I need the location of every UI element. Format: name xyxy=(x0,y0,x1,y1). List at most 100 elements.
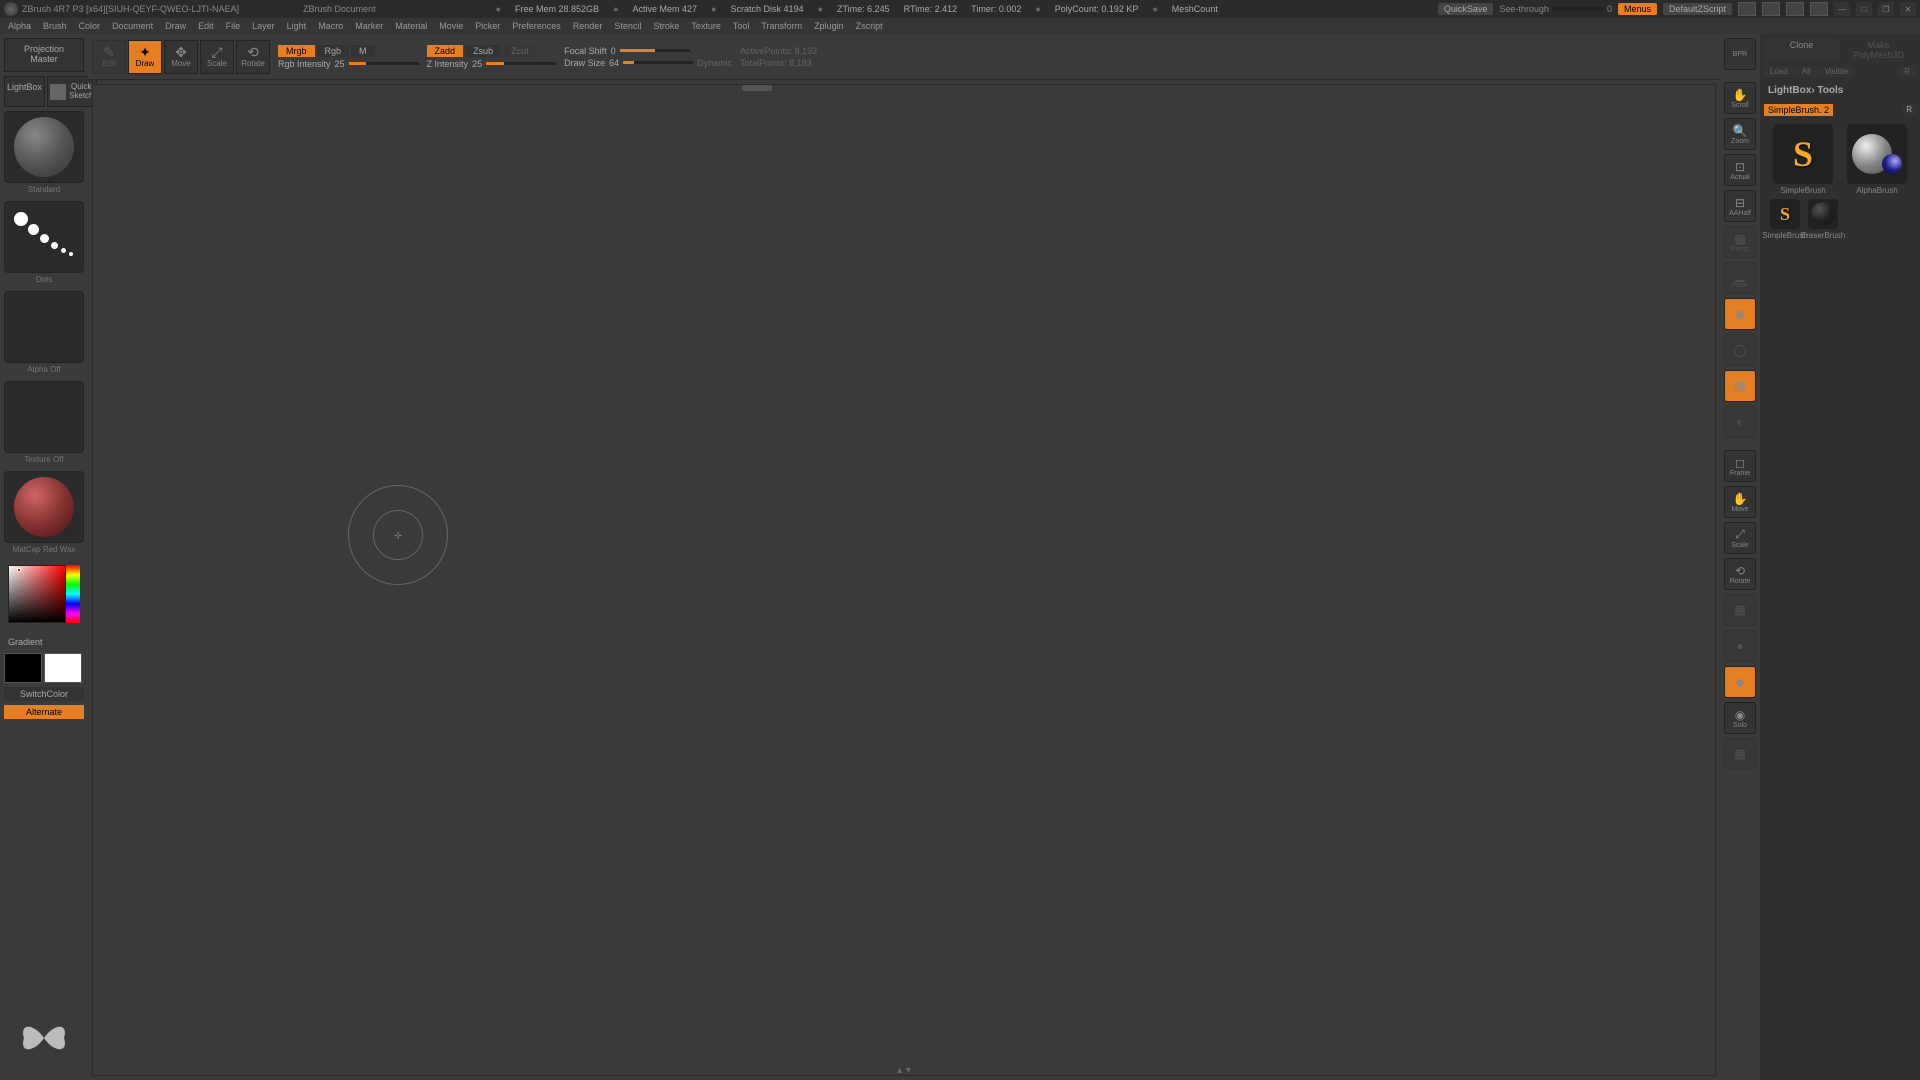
bpr-button[interactable]: BPR xyxy=(1724,38,1756,70)
focal-shift-slider[interactable]: Focal Shift 0 xyxy=(564,46,732,56)
move-button[interactable]: ✥Move xyxy=(164,40,198,74)
restore-icon[interactable]: ❐ xyxy=(1878,2,1894,16)
simplebrush-sub[interactable]: SimpleBrush. 2 xyxy=(1764,104,1833,116)
menu-color[interactable]: Color xyxy=(79,21,101,31)
tool-simplebrush[interactable]: S SimpleBrush xyxy=(1768,124,1838,195)
zcut-button[interactable]: Zcut xyxy=(503,45,537,57)
maximize-icon[interactable]: □ xyxy=(1856,2,1872,16)
menu-picker[interactable]: Picker xyxy=(475,21,500,31)
solo2-button[interactable]: ◉Solo xyxy=(1724,702,1756,734)
menu-texture[interactable]: Texture xyxy=(691,21,721,31)
layout-icon-3[interactable] xyxy=(1786,2,1804,16)
dynamic-button[interactable]: ◆ xyxy=(1724,666,1756,698)
menu-stroke[interactable]: Stroke xyxy=(653,21,679,31)
scroll-button[interactable]: ✋Scroll xyxy=(1724,82,1756,114)
menu-zplugin[interactable]: Zplugin xyxy=(814,21,844,31)
rotate-button[interactable]: ⟲Rotate xyxy=(236,40,270,74)
polyf-button[interactable]: ▦ xyxy=(1724,370,1756,402)
layout-icon-1[interactable] xyxy=(1738,2,1756,16)
menu-brush[interactable]: Brush xyxy=(43,21,67,31)
m-button[interactable]: M xyxy=(351,45,375,57)
switchcolor-button[interactable]: SwitchColor xyxy=(4,687,84,701)
dynamic-label[interactable]: Dynamic xyxy=(697,58,732,68)
layout-icon-4[interactable] xyxy=(1810,2,1828,16)
local-button[interactable]: ◉ xyxy=(1724,298,1756,330)
quicksave-button[interactable]: QuickSave xyxy=(1438,3,1494,15)
clone-button[interactable]: Clone xyxy=(1764,38,1839,62)
canvas-scroll-h[interactable] xyxy=(742,85,772,91)
nav-rotate-button[interactable]: ⟲Rotate xyxy=(1724,558,1756,590)
lasso-button[interactable]: ◯ xyxy=(1724,334,1756,366)
texture-thumb[interactable]: Texture Off xyxy=(4,381,84,453)
menu-preferences[interactable]: Preferences xyxy=(512,21,561,31)
tool-eraserbrush[interactable]: EraserBrush xyxy=(1806,199,1840,240)
menu-tool[interactable]: Tool xyxy=(733,21,750,31)
color-hue-strip[interactable] xyxy=(66,565,80,623)
edit-button[interactable]: ✎Edit xyxy=(92,40,126,74)
zoom-button[interactable]: 🔍Zoom xyxy=(1724,118,1756,150)
menus-button[interactable]: Menus xyxy=(1618,3,1657,15)
menu-marker[interactable]: Marker xyxy=(355,21,383,31)
zsub-button[interactable]: Zsub xyxy=(465,45,501,57)
floor-button[interactable]: ▁Floor xyxy=(1724,262,1756,294)
actual-button[interactable]: ⊡Actual xyxy=(1724,154,1756,186)
nav-move-button[interactable]: ✋Move xyxy=(1724,486,1756,518)
load-tab[interactable]: Load xyxy=(1764,66,1794,77)
scale-button[interactable]: ⤢Scale xyxy=(200,40,234,74)
stroke-thumb[interactable]: Dots xyxy=(4,201,84,273)
brush-thumb[interactable]: Standard xyxy=(4,111,84,183)
frame-button[interactable]: ◻Frame xyxy=(1724,450,1756,482)
menu-material[interactable]: Material xyxy=(395,21,427,31)
menu-file[interactable]: File xyxy=(226,21,241,31)
rgb-intensity-slider[interactable]: Rgb Intensity 25 xyxy=(278,59,419,69)
canvas[interactable]: ✛ ▲▼ xyxy=(92,84,1716,1076)
lightbox-button[interactable]: LightBox xyxy=(4,76,45,108)
visible-tab[interactable]: Visible xyxy=(1819,66,1854,77)
material-thumb[interactable]: MatCap Red Wax xyxy=(4,471,84,543)
menu-movie[interactable]: Movie xyxy=(439,21,463,31)
extra-button[interactable]: ▦ xyxy=(1724,738,1756,770)
menu-transform[interactable]: Transform xyxy=(761,21,802,31)
swatch-black[interactable] xyxy=(4,653,42,683)
alpha-thumb[interactable]: Alpha Off xyxy=(4,291,84,363)
projection-master-button[interactable]: Projection Master xyxy=(4,38,84,72)
menu-edit[interactable]: Edit xyxy=(198,21,214,31)
gradient-label[interactable]: Gradient xyxy=(4,635,84,649)
color-picker[interactable] xyxy=(4,561,84,631)
xpose-button[interactable]: ▦ xyxy=(1724,594,1756,626)
close-icon[interactable]: ✕ xyxy=(1900,2,1916,16)
defaultscript-button[interactable]: DefaultZScript xyxy=(1663,3,1732,15)
persp-button[interactable]: ▦Persp xyxy=(1724,226,1756,258)
solo-button[interactable]: ● xyxy=(1724,630,1756,662)
nav-scale-button[interactable]: ⤢Scale xyxy=(1724,522,1756,554)
makepoly-button[interactable]: Make PolyMesh3D xyxy=(1841,38,1916,62)
see-through-slider[interactable]: See-through 0 xyxy=(1499,4,1612,14)
transp-button[interactable]: ◐ xyxy=(1724,406,1756,438)
alternate-button[interactable]: Alternate xyxy=(4,705,84,719)
z-intensity-slider[interactable]: Z Intensity 25 xyxy=(427,59,557,69)
aahalf-button[interactable]: ⊟AAHalf xyxy=(1724,190,1756,222)
tool-alphabrush[interactable]: AlphaBrush xyxy=(1842,124,1912,195)
rgb-button[interactable]: Rgb xyxy=(317,45,350,57)
canvas-bottom-handle[interactable]: ▲▼ xyxy=(895,1065,913,1075)
menu-layer[interactable]: Layer xyxy=(252,21,275,31)
menu-render[interactable]: Render xyxy=(573,21,603,31)
draw-button[interactable]: ✦Draw xyxy=(128,40,162,74)
tool-simplebrush-small[interactable]: S SimpleBrush xyxy=(1768,199,1802,240)
menu-zscript[interactable]: Zscript xyxy=(856,21,883,31)
menu-stencil[interactable]: Stencil xyxy=(614,21,641,31)
all-tab[interactable]: All xyxy=(1796,66,1817,77)
draw-size-slider[interactable]: Draw Size 64 Dynamic xyxy=(564,58,732,68)
zadd-button[interactable]: Zadd xyxy=(427,45,464,57)
r-corner[interactable]: R xyxy=(1902,104,1916,115)
menu-document[interactable]: Document xyxy=(112,21,153,31)
mrgb-button[interactable]: Mrgb xyxy=(278,45,315,57)
layout-icon-2[interactable] xyxy=(1762,2,1780,16)
r-tab[interactable]: R xyxy=(1898,66,1916,77)
menu-light[interactable]: Light xyxy=(287,21,307,31)
color-saturation-area[interactable] xyxy=(8,565,66,623)
swatch-white[interactable] xyxy=(44,653,82,683)
minimize-icon[interactable]: — xyxy=(1834,2,1850,16)
menu-alpha[interactable]: Alpha xyxy=(8,21,31,31)
menu-draw[interactable]: Draw xyxy=(165,21,186,31)
